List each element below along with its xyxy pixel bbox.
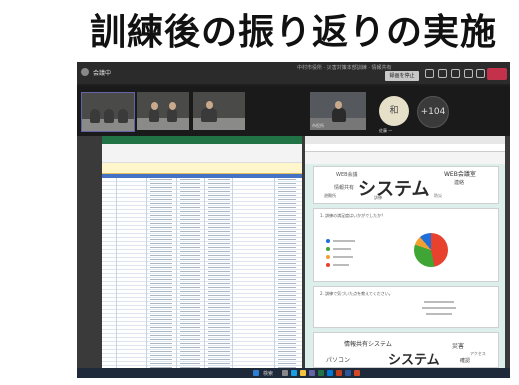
- cloud-word: WEB会議室: [444, 171, 476, 178]
- participants-icon[interactable]: [438, 69, 447, 78]
- forms-window[interactable]: システム WEB会議 WEB会議室 連絡 情報共有 避難所 訓練 防災 1. 訓…: [305, 136, 505, 368]
- teams-icon[interactable]: [309, 370, 315, 376]
- slide-title: 訓練後の振り返りの実施: [89, 12, 497, 53]
- cloud-word: WEB会議: [336, 172, 358, 178]
- video-tile[interactable]: 市役所: [310, 92, 366, 130]
- protected-view-bar: [102, 163, 302, 174]
- word-icon[interactable]: [345, 370, 351, 376]
- question-1: 1. 訓練の満足度はいかがでしたか？: [320, 213, 386, 218]
- spreadsheet-grid[interactable]: [102, 178, 302, 368]
- word-cloud-card: システム WEB会議 WEB会議室 連絡 情報共有 避難所 訓練 防災: [313, 166, 499, 204]
- excel-ribbon[interactable]: [102, 144, 302, 163]
- app-icon: [81, 68, 89, 76]
- task-view-icon[interactable]: [282, 370, 288, 376]
- cloud-main-word: システム: [358, 179, 430, 200]
- participant-avatar[interactable]: 和: [379, 96, 409, 126]
- cloud-word: 連絡: [454, 180, 465, 186]
- video-tile[interactable]: [81, 92, 135, 132]
- more-icon[interactable]: [464, 69, 473, 78]
- screen-share: 会議中 中村市役所 · 災害対策本部訓練 · 情報共有 録画を停止 市役所 和 …: [77, 62, 510, 378]
- video-tile[interactable]: [137, 92, 189, 130]
- cloud-word: 避難所: [324, 193, 336, 198]
- question-2: 2. 訓練で気づいた点を教えてください。: [320, 291, 393, 296]
- cloud-word: 災害: [452, 343, 465, 350]
- cloud-word: 訓練: [374, 195, 382, 200]
- text-responses-card: 2. 訓練で気づいた点を教えてください。: [313, 286, 499, 328]
- app-icon[interactable]: [354, 370, 360, 376]
- cloud-word: 情報共有システム: [344, 341, 392, 348]
- taskbar-search[interactable]: 検索: [263, 370, 273, 377]
- reactions-icon[interactable]: [451, 69, 460, 78]
- speaker-name: 市役所: [312, 123, 324, 128]
- word-cloud-card-2: システム 情報共有システム 災害 アクセス パソコン 確認: [313, 332, 499, 368]
- shared-desktop: システム WEB会議 WEB会議室 連絡 情報共有 避難所 訓練 防災 1. 訓…: [77, 136, 510, 368]
- cloud-main-word-2: システム: [388, 353, 440, 368]
- edge-icon[interactable]: [291, 370, 297, 376]
- response-pie-chart: [414, 233, 448, 267]
- explorer-icon[interactable]: [300, 370, 306, 376]
- excel-window[interactable]: [102, 136, 302, 368]
- window-caption: 中村市役所 · 災害対策本部訓練 · 情報共有: [297, 65, 392, 71]
- cloud-word: 確認: [460, 358, 471, 364]
- video-strip: 市役所 和 佐藤 一 +104: [77, 86, 510, 136]
- windows-taskbar: 検索: [77, 368, 510, 378]
- outlook-icon[interactable]: [327, 370, 333, 376]
- participant-count[interactable]: +104: [417, 96, 449, 128]
- pie-chart-card: 1. 訓練の満足度はいかがでしたか？: [313, 208, 499, 282]
- powerpoint-icon[interactable]: [336, 370, 342, 376]
- browser-tabs[interactable]: [305, 136, 505, 144]
- video-tile[interactable]: [193, 92, 245, 130]
- chat-icon[interactable]: [425, 69, 434, 78]
- record-button[interactable]: 録画を停止: [385, 71, 419, 81]
- excel-icon[interactable]: [318, 370, 324, 376]
- excel-title-bar: [102, 136, 302, 144]
- forms-header: [305, 152, 505, 164]
- meeting-label: 会議中: [93, 70, 112, 77]
- cloud-word: 防災: [434, 193, 442, 198]
- address-bar[interactable]: [305, 144, 505, 152]
- leave-button[interactable]: [487, 68, 507, 80]
- camera-icon[interactable]: [476, 69, 485, 78]
- cloud-word: アクセス: [470, 351, 486, 356]
- start-icon[interactable]: [253, 370, 259, 376]
- cloud-word: パソコン: [326, 357, 351, 364]
- cloud-word: 情報共有: [334, 185, 355, 191]
- teams-meeting-bar: 会議中 中村市役所 · 災害対策本部訓練 · 情報共有 録画を停止: [77, 62, 510, 84]
- avatar-name: 佐藤 一: [379, 128, 393, 133]
